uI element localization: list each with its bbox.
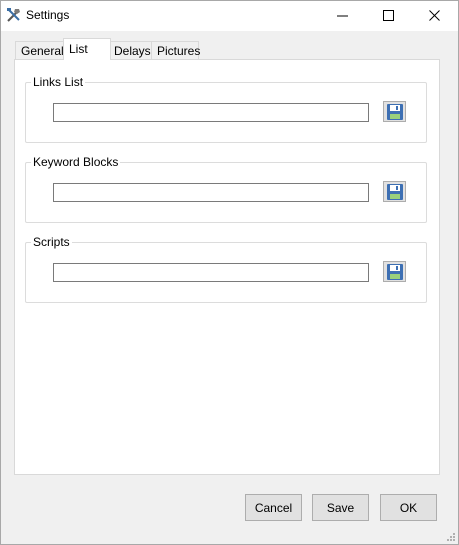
tab-panel-list: Links List Keyword Blocks Scripts xyxy=(14,59,440,475)
links-list-label: Links List xyxy=(31,75,86,89)
keyword-blocks-label: Keyword Blocks xyxy=(31,155,121,169)
scripts-save-button[interactable] xyxy=(383,261,406,282)
tab-general[interactable]: General xyxy=(15,41,64,59)
tab-list[interactable]: List xyxy=(63,38,111,60)
scripts-input[interactable] xyxy=(53,263,369,282)
tab-delays[interactable]: Delays xyxy=(108,41,152,59)
close-button[interactable] xyxy=(412,1,458,31)
keyword-blocks-group: Keyword Blocks xyxy=(25,155,427,223)
title-bar[interactable]: Settings xyxy=(1,1,458,31)
scripts-label: Scripts xyxy=(31,235,72,249)
settings-window: Settings General List Delays Pictures Li… xyxy=(0,0,459,545)
save-button[interactable]: Save xyxy=(312,494,369,521)
minimize-button[interactable] xyxy=(320,1,366,31)
cancel-button[interactable]: Cancel xyxy=(245,494,302,521)
tab-pictures[interactable]: Pictures xyxy=(151,41,200,59)
minimize-icon xyxy=(337,15,348,17)
window-title: Settings xyxy=(26,8,70,22)
floppy-disk-icon xyxy=(387,104,403,120)
resize-grip-icon[interactable] xyxy=(445,531,456,542)
tools-icon xyxy=(7,8,20,22)
scripts-group: Scripts xyxy=(25,235,427,303)
maximize-icon xyxy=(383,10,394,21)
links-list-group: Links List xyxy=(25,75,427,143)
floppy-disk-icon xyxy=(387,264,403,280)
links-list-input[interactable] xyxy=(53,103,369,122)
ok-button[interactable]: OK xyxy=(380,494,437,521)
links-list-save-button[interactable] xyxy=(383,101,406,122)
maximize-button[interactable] xyxy=(366,1,412,31)
close-icon xyxy=(429,10,440,21)
keyword-blocks-save-button[interactable] xyxy=(383,181,406,202)
keyword-blocks-input[interactable] xyxy=(53,183,369,202)
floppy-disk-icon xyxy=(387,184,403,200)
